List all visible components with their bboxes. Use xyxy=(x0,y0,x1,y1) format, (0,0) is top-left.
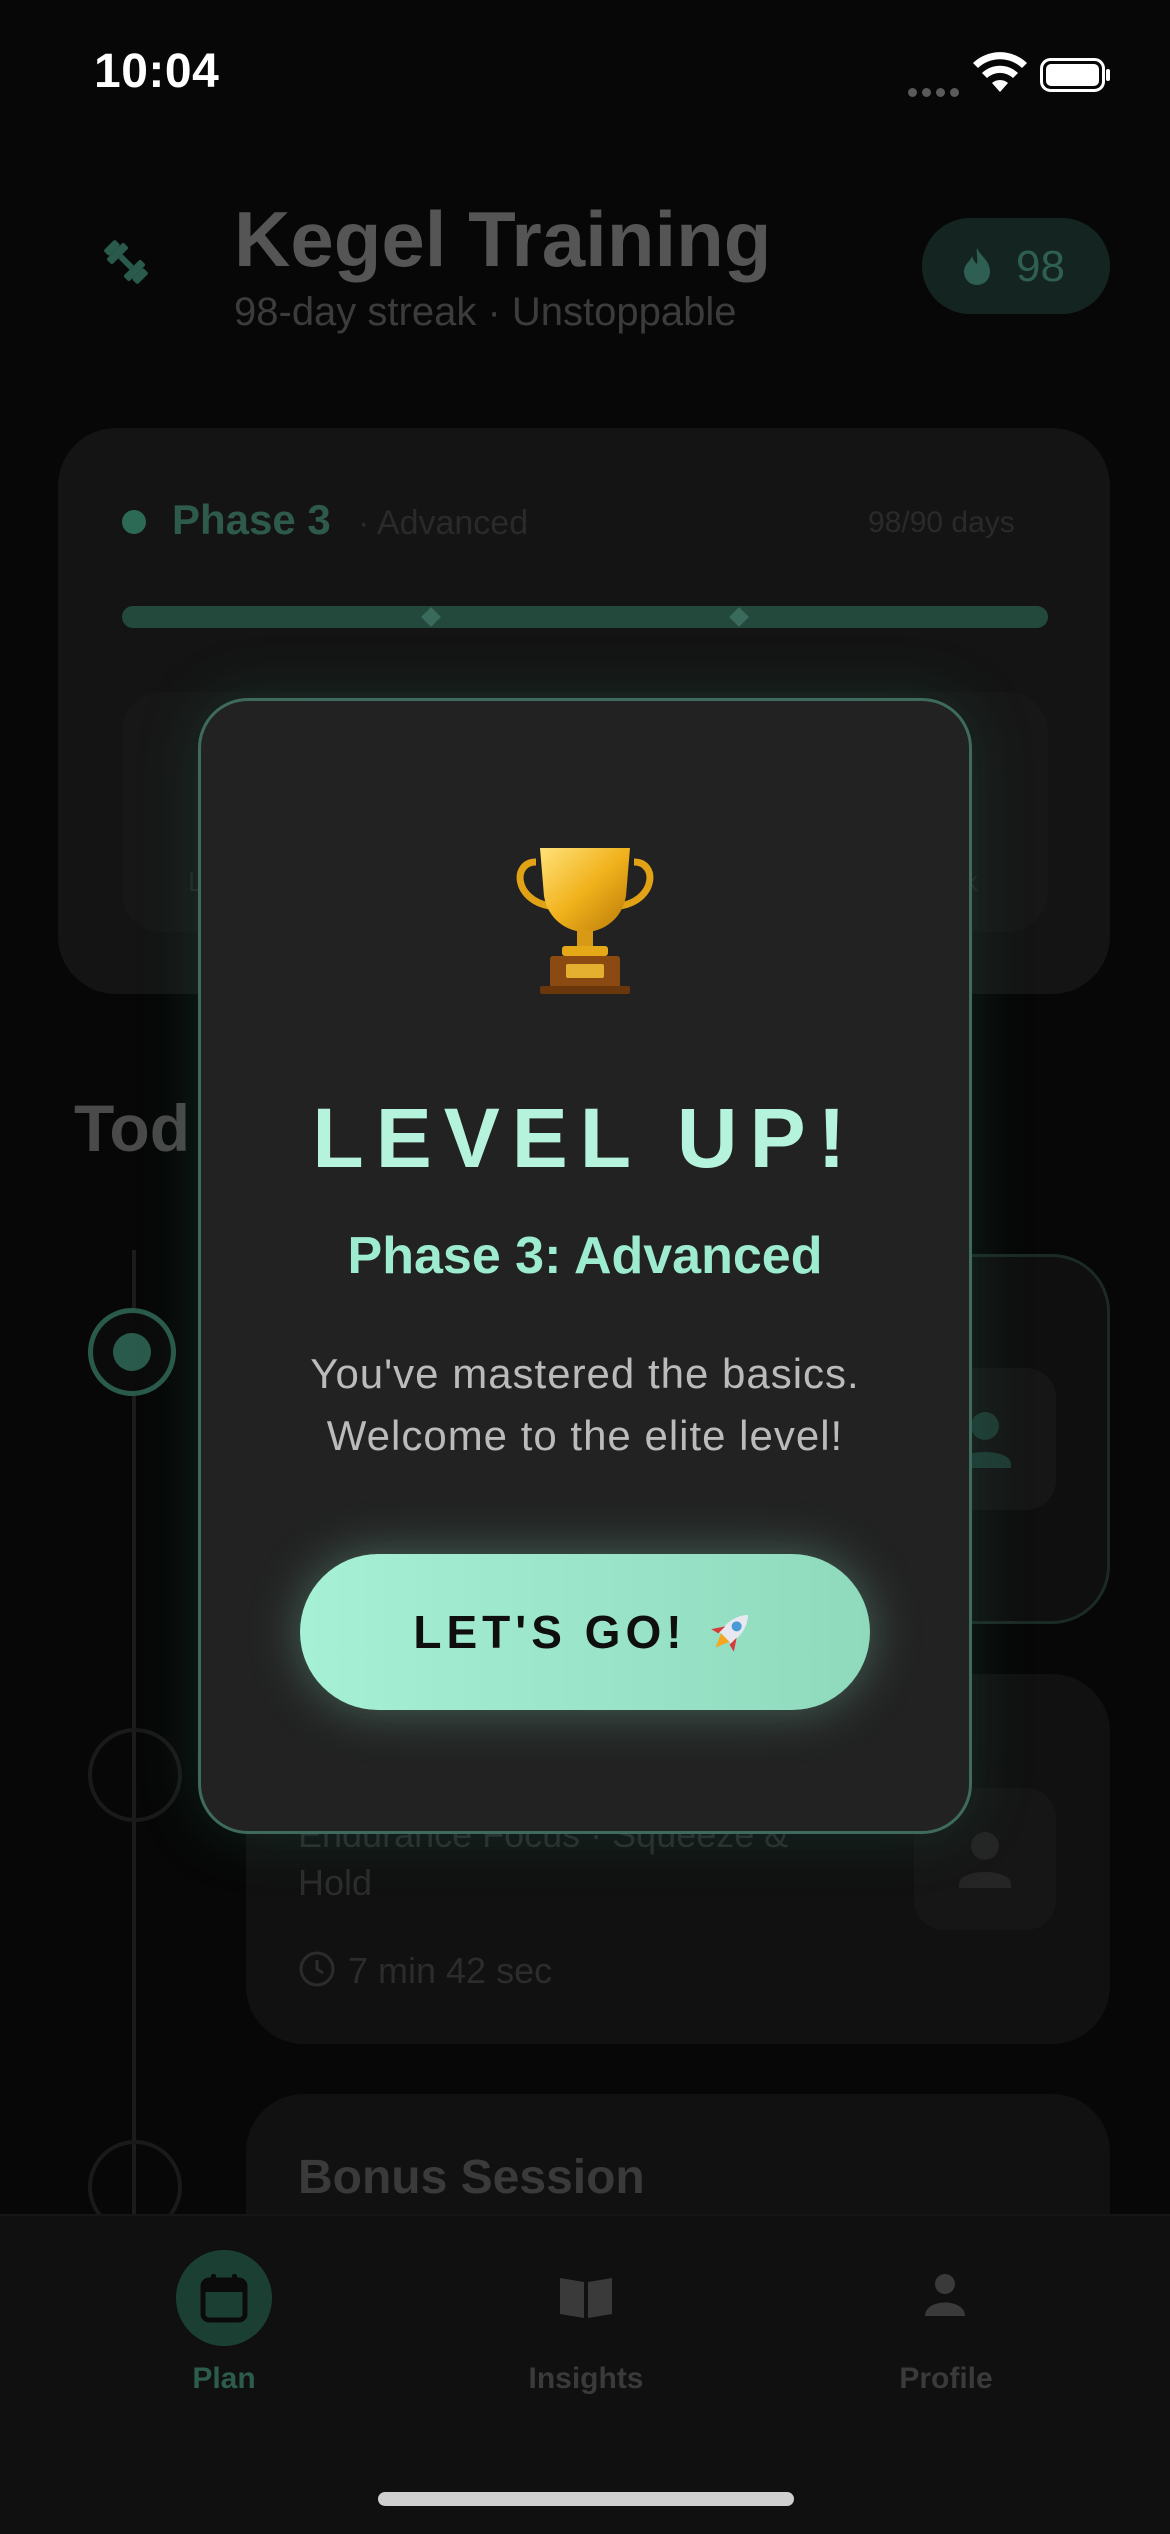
page-subtitle: 98-day streak · Unstoppable xyxy=(234,290,737,334)
battery-icon xyxy=(1040,58,1110,92)
person-icon xyxy=(925,2274,965,2316)
phase-progress-bar xyxy=(122,606,1048,628)
session-title: Bonus Session xyxy=(298,2151,645,2204)
wifi-icon xyxy=(973,52,1027,92)
lets-go-button[interactable]: LET'S GO! xyxy=(300,1554,870,1710)
modal-message: Welcome to the elite level! xyxy=(326,1412,844,1459)
timeline-node-active xyxy=(88,1308,176,1396)
trophy-icon xyxy=(516,848,654,994)
timeline-node xyxy=(88,1728,182,1822)
lets-go-label: LET'S GO! xyxy=(413,1606,687,1658)
streak-count: 98 xyxy=(1016,242,1065,291)
flame-icon xyxy=(964,248,990,285)
rocket-icon xyxy=(710,1615,748,1652)
tab-plan-label[interactable]: Plan xyxy=(124,2362,324,2396)
modal-phase-title: Phase 3: Advanced xyxy=(347,1227,823,1285)
calendar-icon xyxy=(200,2274,248,2323)
home-indicator xyxy=(378,2492,794,2506)
session-duration: 7 min 42 sec xyxy=(348,1950,553,1991)
dumbbell-icon xyxy=(104,240,148,284)
phase-level: · Advanced xyxy=(358,504,529,542)
clock-icon xyxy=(299,1951,335,1987)
book-icon xyxy=(560,2278,612,2318)
tab-profile-label[interactable]: Profile xyxy=(846,2362,1046,2396)
section-heading: Tod xyxy=(74,1091,191,1165)
modal-heading: LEVEL UP! xyxy=(312,1091,858,1185)
phase-status-dot xyxy=(122,510,146,534)
phase-days: 98/90 days xyxy=(868,506,1015,539)
streak-badge[interactable]: 98 xyxy=(922,218,1110,314)
page-title: Kegel Training xyxy=(234,195,772,283)
status-time: 10:04 xyxy=(94,45,220,98)
phase-name: Phase 3 xyxy=(172,496,331,543)
modal-message: You've mastered the basics. xyxy=(310,1350,860,1397)
session-description: Hold xyxy=(298,1862,373,1903)
tab-insights-label[interactable]: Insights xyxy=(486,2362,686,2396)
signal-icon xyxy=(908,84,964,102)
